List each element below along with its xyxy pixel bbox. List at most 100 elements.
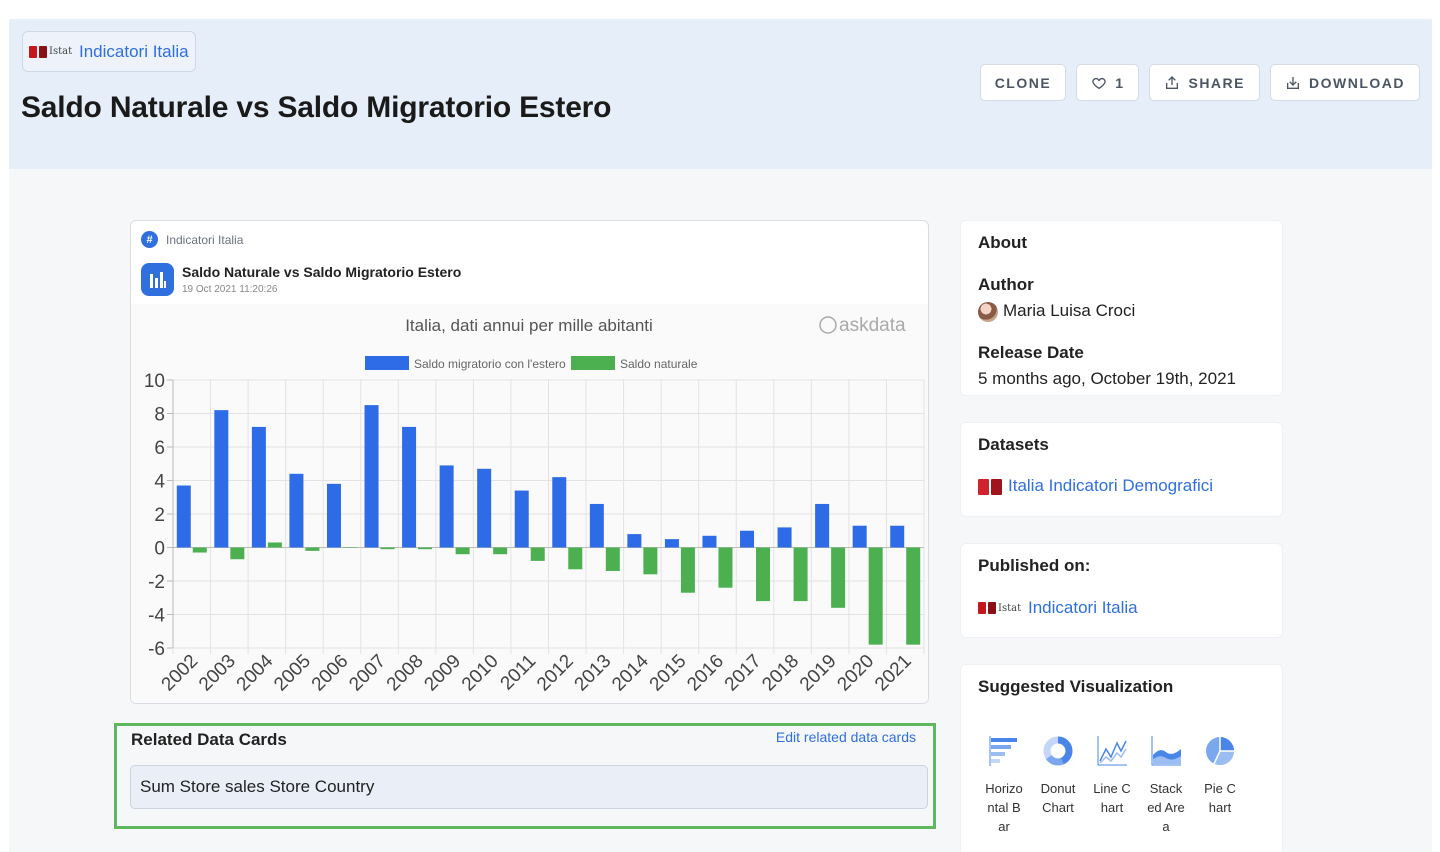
bar-saldo-migratorio — [514, 490, 529, 548]
heart-icon — [1092, 77, 1106, 89]
bar-saldo-migratorio — [251, 426, 266, 548]
share-icon — [1166, 75, 1179, 89]
x-tick-label: 2020 — [833, 651, 878, 696]
bar-saldo-naturale — [530, 547, 545, 561]
y-tick-label: -2 — [148, 572, 165, 593]
bar-saldo-naturale — [756, 547, 771, 602]
legend-label: Saldo migratorio con l'estero — [414, 357, 566, 371]
chart-card[interactable]: # Indicatori Italia Saldo Naturale vs Sa… — [130, 220, 929, 704]
bar-saldo-naturale — [342, 547, 357, 548]
bar-saldo-naturale — [643, 547, 658, 575]
related-title: Related Data Cards — [131, 730, 287, 749]
viz-donut-chart[interactable]: Donut Chart — [1039, 733, 1077, 836]
bar-saldo-naturale — [493, 547, 508, 555]
dataset-name: Italia Indicatori Demografici — [1008, 476, 1214, 495]
clone-button-label: CLONE — [994, 74, 1052, 91]
y-tick-label: 2 — [154, 505, 165, 526]
bar-saldo-migratorio — [176, 485, 191, 548]
bar-saldo-migratorio — [702, 535, 717, 548]
x-tick-label: 2012 — [533, 651, 578, 696]
bar-saldo-naturale — [718, 547, 733, 588]
share-button[interactable]: SHARE — [1149, 64, 1260, 101]
card-org[interactable]: # Indicatori Italia — [141, 231, 243, 248]
share-button-label: SHARE — [1188, 74, 1245, 91]
x-tick-label: 2009 — [420, 651, 465, 696]
viz-label: Line Chart — [1093, 781, 1131, 815]
card-org-name: Indicatori Italia — [166, 232, 244, 247]
viz-horizontal-bar[interactable]: Horizontal Bar — [985, 733, 1023, 836]
bar-saldo-migratorio — [777, 527, 792, 548]
dataset-book-icon — [978, 478, 1002, 495]
org-link[interactable]: Istat Indicatori Italia — [22, 31, 196, 72]
viz-label: Horizontal Bar — [985, 781, 1023, 834]
x-tick-label: 2018 — [758, 651, 803, 696]
x-tick-label: 2003 — [195, 651, 240, 696]
istat-logo: Istat — [29, 41, 73, 63]
bar-saldo-migratorio — [852, 525, 867, 548]
hash-icon: # — [141, 231, 158, 248]
action-bar: CLONE 1 SHARE DOWNLOAD — [979, 64, 1420, 101]
y-tick-label: -6 — [148, 639, 165, 660]
x-tick-label: 2019 — [796, 651, 841, 696]
bar-saldo-naturale — [793, 547, 808, 602]
datasets-title: Datasets — [978, 435, 1049, 454]
bar-saldo-migratorio — [740, 530, 755, 548]
viz-label: Pie Chart — [1204, 781, 1236, 815]
y-tick-label: 0 — [154, 539, 165, 560]
like-count: 1 — [1115, 74, 1125, 91]
bar-saldo-naturale — [868, 547, 883, 645]
download-icon — [1287, 76, 1299, 89]
bar-saldo-migratorio — [890, 525, 905, 548]
y-tick-label: 8 — [154, 405, 165, 426]
like-button[interactable]: 1 — [1076, 64, 1140, 101]
bar-saldo-naturale — [680, 547, 695, 593]
bar-saldo-naturale — [305, 547, 320, 551]
author[interactable]: Maria Luisa Croci — [978, 301, 1265, 322]
bar-saldo-naturale — [418, 547, 433, 550]
bar-saldo-migratorio — [627, 534, 642, 548]
card-date: 19 Oct 2021 11:20:26 — [182, 284, 278, 295]
x-tick-label: 2004 — [233, 650, 278, 695]
x-tick-label: 2006 — [308, 651, 353, 696]
horizontal-bar-icon — [987, 733, 1021, 769]
bar-saldo-naturale — [831, 547, 846, 608]
bar-chart-icon — [141, 263, 174, 296]
istat-logo: Istat — [978, 597, 1022, 619]
viz-line-chart[interactable]: Line Chart — [1093, 733, 1131, 836]
suggested-viz-list: Horizontal Bar Donut Chart Line Chart St… — [985, 733, 1239, 836]
suggested-title: Suggested Visualization — [978, 677, 1174, 696]
org-name: Indicatori Italia — [79, 41, 189, 61]
x-tick-label: 2017 — [721, 651, 766, 696]
download-button-label: DOWNLOAD — [1309, 74, 1405, 91]
edit-related-link[interactable]: Edit related data cards — [776, 729, 916, 745]
related-card-item[interactable]: Sum Store sales Store Country — [130, 765, 928, 809]
bar-saldo-naturale — [906, 547, 921, 645]
clone-button[interactable]: CLONE — [979, 64, 1067, 101]
pie-chart-icon — [1203, 733, 1237, 769]
about-title: About — [978, 233, 1028, 252]
bar-saldo-migratorio — [589, 503, 604, 548]
download-button[interactable]: DOWNLOAD — [1270, 64, 1420, 101]
x-tick-label: 2015 — [646, 651, 691, 696]
bar-saldo-naturale — [192, 547, 207, 553]
bar-saldo-migratorio — [439, 465, 454, 548]
dataset-link[interactable]: Italia Indicatori Demografici — [978, 476, 1265, 496]
avatar — [978, 301, 998, 322]
x-tick-label: 2008 — [383, 651, 428, 696]
bar-saldo-migratorio — [289, 473, 304, 548]
bar-saldo-migratorio — [364, 405, 379, 548]
page: Istat Indicatori Italia Saldo Naturale v… — [9, 19, 1432, 852]
card-header: Saldo Naturale vs Saldo Migratorio Ester… — [141, 263, 461, 296]
viz-stacked-area[interactable]: Stacked Area — [1147, 733, 1185, 836]
viz-pie-chart[interactable]: Pie Chart — [1201, 733, 1239, 836]
line-chart-icon — [1095, 733, 1129, 769]
x-tick-label: 2005 — [270, 651, 315, 696]
published-panel: Published on: Istat Indicatori Italia — [960, 543, 1283, 638]
bar-saldo-migratorio — [326, 483, 341, 548]
donut-chart-icon — [1041, 733, 1075, 769]
page-title: Saldo Naturale vs Saldo Migratorio Ester… — [21, 91, 612, 124]
x-tick-label: 2007 — [345, 651, 390, 696]
bar-saldo-naturale — [568, 547, 583, 570]
y-tick-label: 10 — [144, 371, 165, 392]
published-org-link[interactable]: Istat Indicatori Italia — [978, 597, 1265, 619]
